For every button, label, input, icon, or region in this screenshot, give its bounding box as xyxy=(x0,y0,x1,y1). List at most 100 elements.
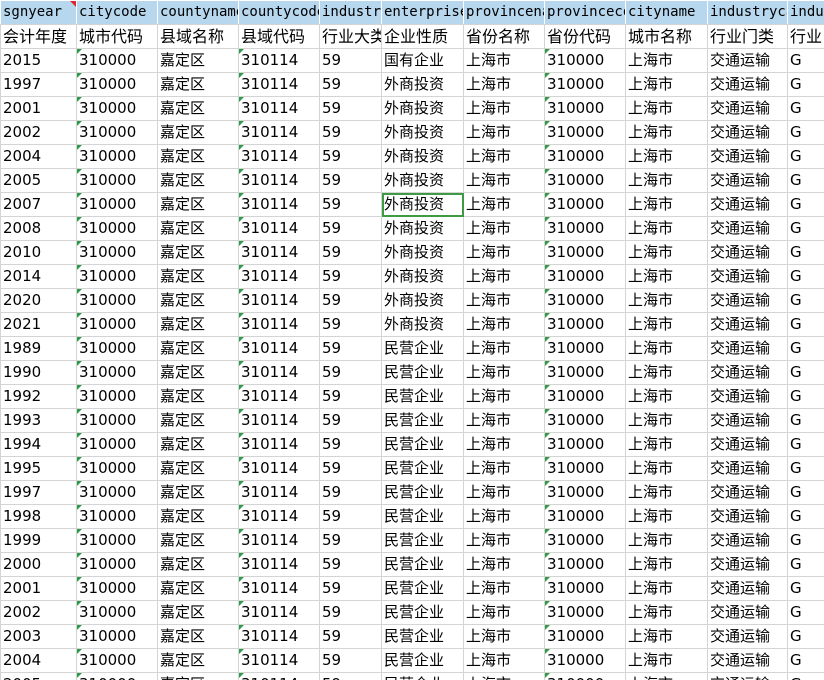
cell[interactable]: 交通运输 xyxy=(707,168,788,193)
cell[interactable]: 310000 xyxy=(544,72,626,97)
cell[interactable]: 310114 xyxy=(238,480,320,505)
cell[interactable]: 嘉定区 xyxy=(157,432,239,457)
cell[interactable]: 交通运输 xyxy=(707,576,788,601)
cell[interactable]: 民营企业 xyxy=(381,528,464,553)
cell[interactable]: 310000 xyxy=(76,600,158,625)
cell[interactable]: 310000 xyxy=(544,360,626,385)
cell[interactable]: 59 xyxy=(319,576,382,601)
cell[interactable]: 2021 xyxy=(0,312,77,337)
cell[interactable]: 交通运输 xyxy=(707,600,788,625)
cell[interactable]: 310000 xyxy=(544,576,626,601)
cell[interactable]: 交通运输 xyxy=(707,456,788,481)
cell[interactable]: 310114 xyxy=(238,432,320,457)
cell[interactable]: 310000 xyxy=(544,528,626,553)
cell[interactable]: 59 xyxy=(319,456,382,481)
cell[interactable]: 交通运输 xyxy=(707,552,788,577)
cell[interactable]: G xyxy=(787,384,824,409)
cell[interactable]: 上海市 xyxy=(625,576,708,601)
cell[interactable]: G xyxy=(787,144,824,169)
cell[interactable]: 民营企业 xyxy=(381,648,464,673)
cell[interactable]: 310114 xyxy=(238,408,320,433)
cell[interactable]: 嘉定区 xyxy=(157,240,239,265)
cell[interactable]: 嘉定区 xyxy=(157,120,239,145)
cell[interactable]: 310000 xyxy=(544,120,626,145)
cell[interactable]: 310000 xyxy=(76,432,158,457)
cell[interactable]: 嘉定区 xyxy=(157,528,239,553)
cell[interactable]: 交通运输 xyxy=(707,624,788,649)
cell[interactable]: 嘉定区 xyxy=(157,216,239,241)
cell[interactable]: 上海市 xyxy=(625,288,708,313)
cell[interactable]: 310114 xyxy=(238,264,320,289)
cell[interactable]: 省份代码 xyxy=(544,24,626,49)
cell[interactable]: 城市名称 xyxy=(625,24,708,49)
cell[interactable]: 上海市 xyxy=(625,360,708,385)
cell[interactable]: 上海市 xyxy=(463,456,545,481)
cell[interactable]: 310000 xyxy=(544,552,626,577)
cell[interactable]: 310000 xyxy=(76,96,158,121)
cell[interactable]: 59 xyxy=(319,552,382,577)
cell[interactable]: 59 xyxy=(319,360,382,385)
cell[interactable]: 嘉定区 xyxy=(157,504,239,529)
selected-cell[interactable]: 外商投资 xyxy=(381,192,464,217)
cell[interactable]: industry xyxy=(787,0,824,25)
cell[interactable]: 310000 xyxy=(76,312,158,337)
cell[interactable]: 上海市 xyxy=(625,48,708,73)
cell[interactable]: 上海市 xyxy=(463,648,545,673)
cell[interactable]: 310000 xyxy=(544,168,626,193)
cell[interactable]: 310000 xyxy=(544,432,626,457)
cell[interactable]: 上海市 xyxy=(625,648,708,673)
cell[interactable]: G xyxy=(787,312,824,337)
cell[interactable]: 310000 xyxy=(76,240,158,265)
cell[interactable]: 310000 xyxy=(76,192,158,217)
cell[interactable]: G xyxy=(787,240,824,265)
cell[interactable]: G xyxy=(787,600,824,625)
cell[interactable]: G xyxy=(787,48,824,73)
cell[interactable]: 嘉定区 xyxy=(157,576,239,601)
cell[interactable]: 310000 xyxy=(544,288,626,313)
cell[interactable]: 59 xyxy=(319,192,382,217)
cell[interactable]: 310000 xyxy=(76,480,158,505)
cell[interactable]: 1999 xyxy=(0,528,77,553)
cell[interactable]: 上海市 xyxy=(625,312,708,337)
cell[interactable]: 交通运输 xyxy=(707,240,788,265)
cell[interactable]: 59 xyxy=(319,504,382,529)
cell[interactable]: industrycategory xyxy=(707,0,788,25)
cell[interactable]: 上海市 xyxy=(625,504,708,529)
cell[interactable]: 59 xyxy=(319,72,382,97)
cell[interactable]: 59 xyxy=(319,240,382,265)
cell[interactable]: 上海市 xyxy=(463,360,545,385)
cell[interactable]: 会计年度 xyxy=(0,24,77,49)
cell[interactable]: 310000 xyxy=(76,144,158,169)
cell[interactable]: 嘉定区 xyxy=(157,552,239,577)
cell[interactable]: 310000 xyxy=(544,336,626,361)
cell[interactable]: 2005 xyxy=(0,672,77,680)
cell[interactable]: 2002 xyxy=(0,120,77,145)
cell[interactable]: 民营企业 xyxy=(381,384,464,409)
cell[interactable]: 民营企业 xyxy=(381,624,464,649)
cell[interactable]: 310000 xyxy=(544,504,626,529)
cell[interactable]: 交通运输 xyxy=(707,264,788,289)
cell[interactable]: 嘉定区 xyxy=(157,648,239,673)
cell[interactable]: 省份名称 xyxy=(463,24,545,49)
cell[interactable]: 310000 xyxy=(76,168,158,193)
cell[interactable]: 2014 xyxy=(0,264,77,289)
cell[interactable]: 外商投资 xyxy=(381,72,464,97)
cell[interactable]: 嘉定区 xyxy=(157,312,239,337)
cell[interactable]: 民营企业 xyxy=(381,600,464,625)
cell[interactable]: 上海市 xyxy=(625,72,708,97)
cell[interactable]: 上海市 xyxy=(463,480,545,505)
cell[interactable]: 嘉定区 xyxy=(157,384,239,409)
cell[interactable]: G xyxy=(787,528,824,553)
cell[interactable]: 310114 xyxy=(238,216,320,241)
cell[interactable]: 上海市 xyxy=(463,600,545,625)
cell[interactable]: 上海市 xyxy=(463,624,545,649)
cell[interactable]: 上海市 xyxy=(625,672,708,680)
cell[interactable]: 民营企业 xyxy=(381,672,464,680)
cell[interactable]: 310114 xyxy=(238,192,320,217)
cell[interactable]: 310114 xyxy=(238,240,320,265)
cell[interactable]: 上海市 xyxy=(463,384,545,409)
cell[interactable]: 嘉定区 xyxy=(157,408,239,433)
cell[interactable]: 310000 xyxy=(544,144,626,169)
cell[interactable]: 民营企业 xyxy=(381,336,464,361)
cell[interactable]: 嘉定区 xyxy=(157,672,239,680)
